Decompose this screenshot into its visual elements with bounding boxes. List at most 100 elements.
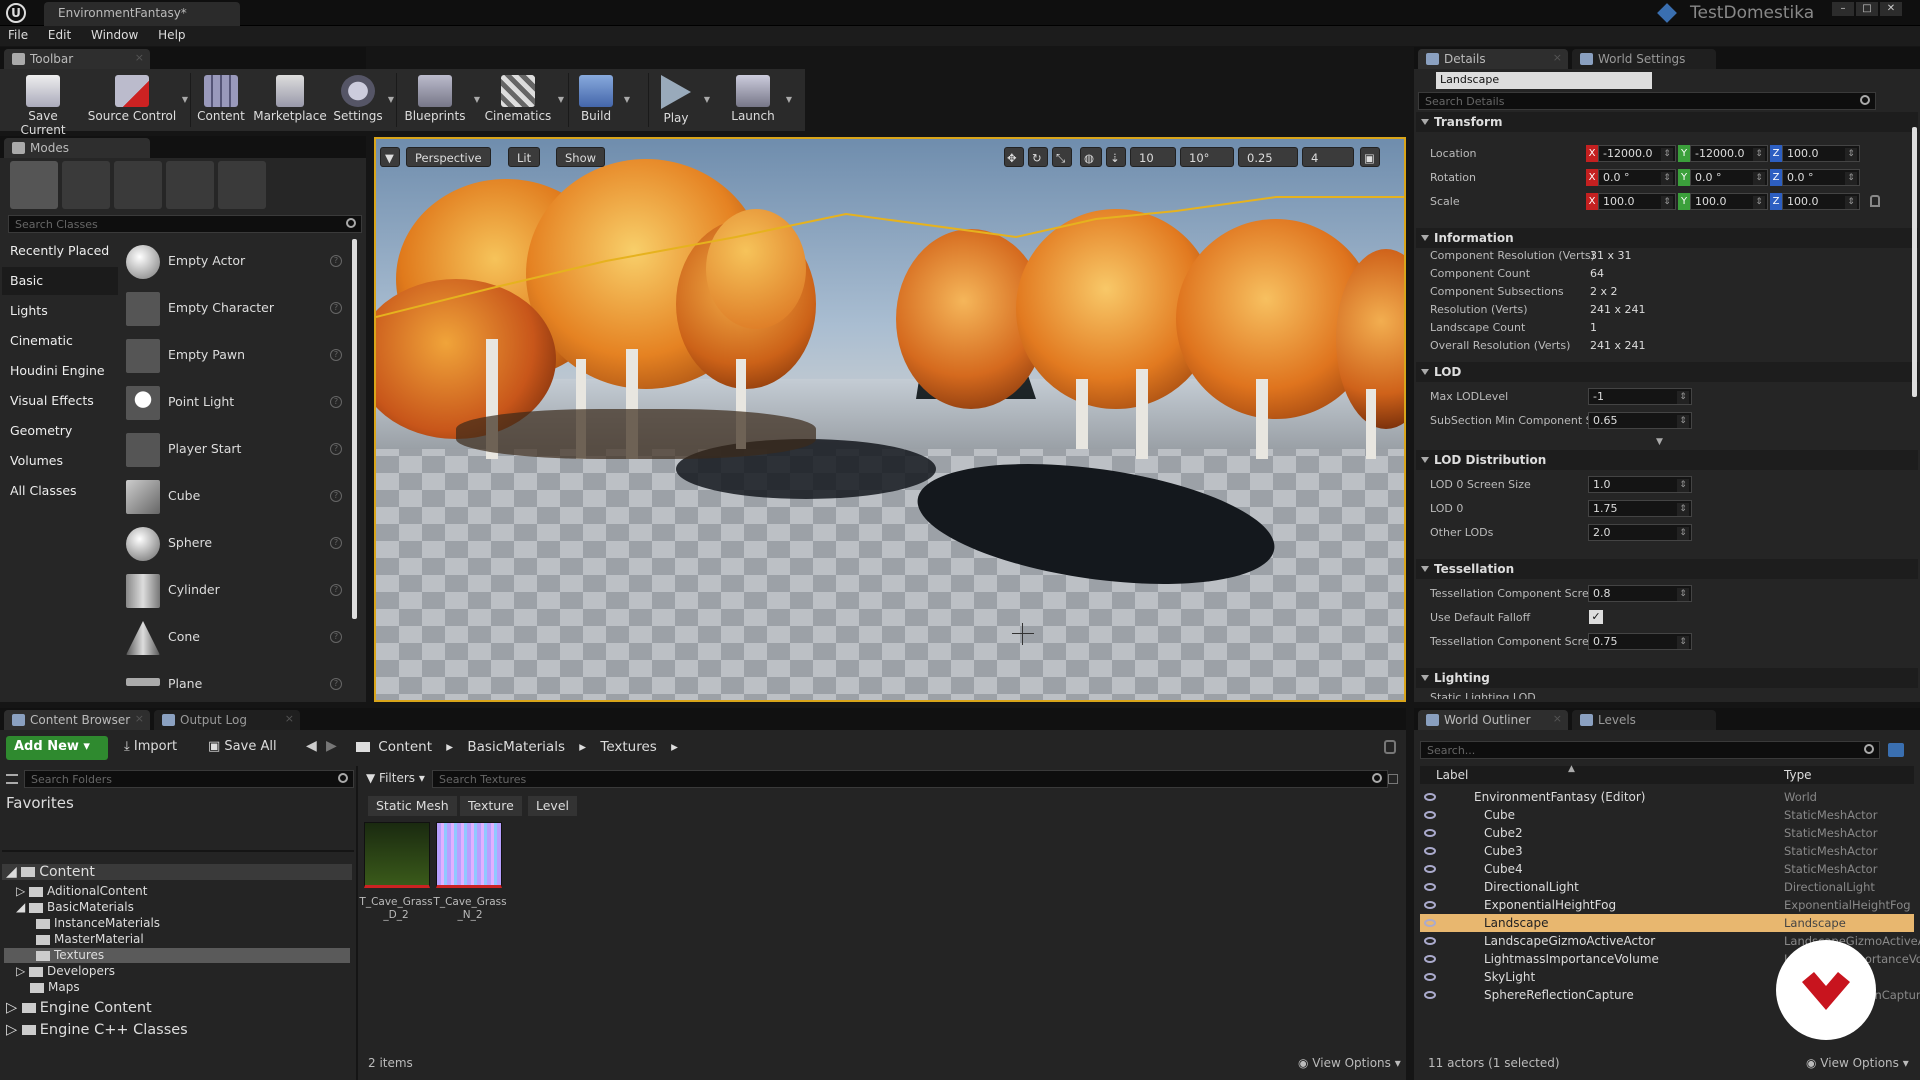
outliner-search-input[interactable]: Search... (1420, 741, 1880, 759)
menu-file[interactable]: File (0, 26, 36, 44)
add-new-button[interactable]: Add New ▾ (6, 736, 108, 760)
subsection-min-field[interactable]: 0.65 ⇕ (1588, 412, 1692, 429)
dropdown-arrow-icon[interactable]: ▼ (786, 95, 792, 104)
close-button[interactable]: ✕ (1880, 2, 1902, 16)
outliner-row-landscape[interactable]: Landscape Landscape (1420, 914, 1914, 932)
grid-snap-button[interactable]: 10 (1130, 147, 1176, 167)
actor-cube[interactable]: Cube? (122, 474, 350, 520)
content-button[interactable]: Content (194, 69, 248, 131)
save-current-button[interactable]: Save Current (4, 69, 82, 137)
section-lod[interactable]: LOD (1416, 362, 1918, 382)
eye-icon[interactable] (1424, 883, 1436, 891)
add-actor-icon[interactable] (1888, 743, 1904, 757)
tree-aditional-content[interactable]: ▷ AditionalContent (16, 884, 147, 898)
lock-icon[interactable] (1384, 740, 1396, 754)
actor-plane[interactable]: Plane? (122, 662, 350, 700)
landscape-mode-icon[interactable] (114, 161, 162, 209)
scale-mode-icon[interactable]: ⤡ (1052, 147, 1072, 167)
maximize-viewport-icon[interactable]: ▣ (1360, 147, 1380, 167)
splitter[interactable] (356, 766, 358, 1080)
sort-icon[interactable]: ▲ (1568, 764, 1575, 774)
eye-icon[interactable] (1424, 973, 1436, 981)
tab-levels[interactable]: Levels (1572, 710, 1716, 730)
save-search-icon[interactable] (1388, 774, 1398, 784)
dropdown-arrow-icon[interactable]: ▼ (624, 95, 630, 104)
eye-icon[interactable] (1424, 865, 1436, 873)
help-icon[interactable]: ? (330, 349, 342, 361)
category-basic[interactable]: Basic (2, 267, 118, 295)
filter-chip-static-mesh[interactable]: Static Mesh (368, 796, 457, 816)
close-icon[interactable]: × (285, 712, 294, 725)
filters-button[interactable]: ▼ Filters ▾ (366, 771, 425, 785)
close-icon[interactable]: × (135, 51, 144, 64)
scale-snap-button[interactable]: 0.25 (1238, 147, 1298, 167)
perspective-button[interactable]: Perspective (406, 147, 491, 167)
tab-content-browser[interactable]: Content Browser × (4, 710, 150, 730)
help-icon[interactable]: ? (330, 443, 342, 455)
close-icon[interactable]: × (1553, 712, 1562, 725)
launch-button[interactable]: Launch ▼ (724, 69, 792, 131)
section-lighting[interactable]: Lighting (1416, 668, 1918, 688)
tree-maps[interactable]: Maps (30, 980, 80, 994)
object-name-field[interactable]: Landscape (1436, 72, 1652, 89)
actor-empty-character[interactable]: Empty Character? (122, 286, 350, 332)
dropdown-arrow-icon[interactable]: ▼ (182, 95, 188, 104)
eye-icon[interactable] (1424, 919, 1436, 927)
eye-icon[interactable] (1424, 955, 1436, 963)
eye-icon[interactable] (1424, 991, 1436, 999)
rotation-label[interactable]: Rotation (1430, 171, 1476, 184)
tab-world-outliner[interactable]: World Outliner × (1418, 710, 1568, 730)
paint-mode-icon[interactable] (62, 161, 110, 209)
place-mode-icon[interactable] (10, 161, 58, 209)
play-button[interactable]: Play ▼ (652, 69, 710, 131)
geometry-mode-icon[interactable] (218, 161, 266, 209)
filter-chip-texture[interactable]: Texture (460, 796, 522, 816)
help-icon[interactable]: ? (330, 678, 342, 690)
expand-advanced-icon[interactable]: ▼ (1656, 437, 1663, 447)
marketplace-button[interactable]: Marketplace (252, 69, 328, 131)
help-icon[interactable]: ? (330, 631, 342, 643)
translate-mode-icon[interactable]: ✥ (1004, 147, 1024, 167)
scale-y-field[interactable]: 100.0 ⇕ (1690, 193, 1768, 210)
close-icon[interactable]: × (135, 712, 144, 725)
camera-speed-button[interactable]: 4 (1302, 147, 1354, 167)
tab-toolbar[interactable]: Toolbar × (4, 49, 150, 69)
breadcrumb-basicmaterials[interactable]: BasicMaterials (467, 739, 565, 755)
outliner-row-world[interactable]: EnvironmentFantasy (Editor) World (1420, 788, 1914, 806)
lod0-screen-size-field[interactable]: 1.0 ⇕ (1588, 476, 1692, 493)
notification-icon[interactable] (1657, 3, 1677, 23)
outliner-view-options-button[interactable]: ◉ View Options ▾ (1806, 1056, 1909, 1070)
lock-icon[interactable] (1870, 195, 1880, 207)
outliner-row-cube[interactable]: Cube StaticMeshActor (1420, 806, 1914, 824)
scale-z-field[interactable]: 100.0 ⇕ (1782, 193, 1860, 210)
actor-cone[interactable]: Cone? (122, 615, 350, 661)
tree-textures[interactable]: Textures (36, 948, 104, 962)
world-space-icon[interactable]: ◍ (1080, 147, 1102, 167)
forward-arrow-icon[interactable]: ▶ (326, 738, 337, 754)
tree-instance-materials[interactable]: InstanceMaterials (36, 916, 160, 930)
help-icon[interactable]: ? (330, 255, 342, 267)
lit-button[interactable]: Lit (508, 147, 541, 167)
tessellation-scree-field-2[interactable]: 0.75 ⇕ (1588, 633, 1692, 650)
settings-button[interactable]: Settings ▼ (332, 69, 394, 131)
filter-chip-level[interactable]: Level (528, 796, 577, 816)
section-transform[interactable]: Transform (1416, 112, 1918, 132)
lod0-field[interactable]: 1.75 ⇕ (1588, 500, 1692, 517)
menu-window[interactable]: Window (83, 26, 146, 44)
other-lods-field[interactable]: 2.0 ⇕ (1588, 524, 1692, 541)
eye-icon[interactable] (1424, 901, 1436, 909)
location-y-field[interactable]: -12000.0 ⇕ (1690, 145, 1768, 162)
dropdown-arrow-icon[interactable]: ▼ (704, 95, 710, 104)
search-textures-input[interactable]: Search Textures (432, 770, 1388, 788)
category-recently-placed[interactable]: Recently Placed (2, 237, 118, 265)
source-control-button[interactable]: Source Control ▼ (86, 69, 188, 131)
outliner-row-cube3[interactable]: Cube3 StaticMeshActor (1420, 842, 1914, 860)
modes-scrollbar[interactable] (352, 239, 357, 619)
location-z-field[interactable]: 100.0 ⇕ (1782, 145, 1860, 162)
use-default-falloff-checkbox[interactable]: ✓ (1589, 610, 1603, 624)
actor-empty-pawn[interactable]: Empty Pawn? (122, 333, 350, 379)
level-viewport[interactable]: ▼ Perspective Lit Show ✥ ↻ ⤡ ◍ ⇣ 10 10° … (374, 137, 1406, 702)
actor-empty-actor[interactable]: Empty Actor? (122, 239, 350, 285)
favorites-header[interactable]: Favorites (6, 794, 74, 812)
view-options-button[interactable]: ◉ View Options ▾ (1298, 1056, 1401, 1070)
